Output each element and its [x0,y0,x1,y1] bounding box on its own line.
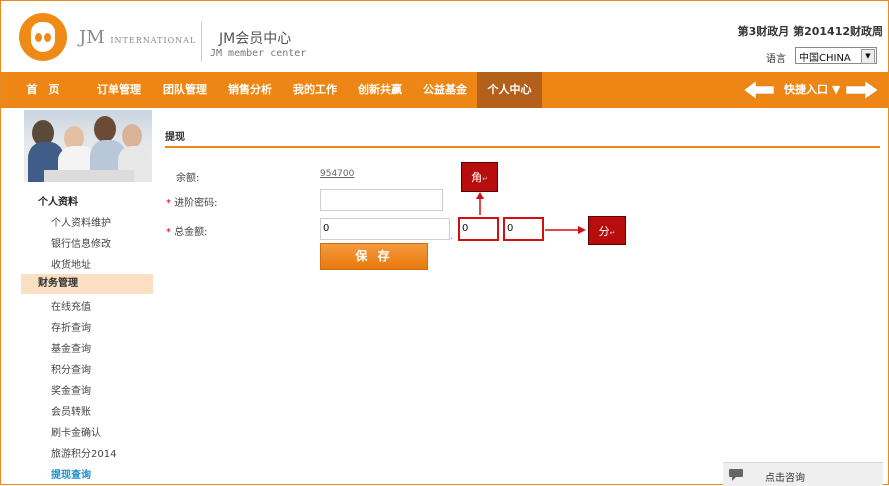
chat-icon [729,469,743,481]
annotation-arrows [476,192,586,234]
help-label: 点击咨询 [765,473,805,484]
online-help-bar[interactable]: 点击咨询 [723,462,883,486]
